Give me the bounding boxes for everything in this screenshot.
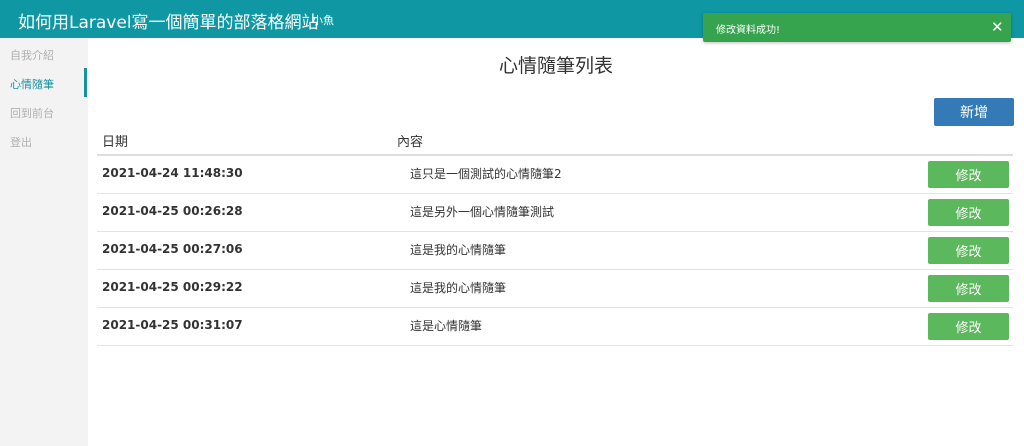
active-indicator	[84, 68, 87, 97]
sidebar-item-diary[interactable]: 心情隨筆	[10, 76, 54, 92]
row-date: 2021-04-25 00:27:06	[102, 242, 243, 256]
row-date: 2021-04-24 11:48:30	[102, 166, 243, 180]
table-row: 2021-04-25 00:26:28 這是另外一個心情隨筆測試 修改	[97, 194, 1013, 232]
sidebar-item-frontend[interactable]: 回到前台	[10, 105, 54, 121]
edit-button[interactable]: 修改	[928, 237, 1009, 264]
table-row: 2021-04-24 11:48:30 這只是一個測試的心情隨筆2 修改	[97, 156, 1013, 194]
edit-button[interactable]: 修改	[928, 313, 1009, 340]
row-content: 這是我的心情隨筆	[410, 243, 507, 257]
table-row: 2021-04-25 00:31:07 這是心情隨筆 修改	[97, 308, 1013, 346]
row-date: 2021-04-25 00:29:22	[102, 280, 243, 294]
sidebar-item-logout[interactable]: 登出	[10, 134, 32, 150]
add-button[interactable]: 新增	[934, 98, 1014, 126]
main-content: 心情隨筆列表 新增 日期 內容 2021-04-24 11:48:30 這只是一…	[88, 38, 1024, 446]
site-title[interactable]: 如何用Laravel寫一個簡單的部落格網站	[18, 8, 319, 33]
sidebar-item-about[interactable]: 自我介紹	[10, 47, 54, 63]
row-date: 2021-04-25 00:26:28	[102, 204, 243, 218]
success-toast: 修改資料成功! ✕	[703, 13, 1011, 42]
edit-button[interactable]: 修改	[928, 275, 1009, 302]
row-content: 這只是一個測試的心情隨筆2	[410, 167, 562, 181]
edit-button[interactable]: 修改	[928, 161, 1009, 188]
column-header-content: 內容	[397, 135, 424, 150]
row-content: 這是另外一個心情隨筆測試	[410, 205, 555, 219]
table-row: 2021-04-25 00:29:22 這是我的心情隨筆 修改	[97, 270, 1013, 308]
user-name[interactable]: 小魚	[312, 12, 334, 28]
close-icon[interactable]: ✕	[991, 18, 1004, 36]
table-row: 2021-04-25 00:27:06 這是我的心情隨筆 修改	[97, 232, 1013, 270]
column-header-date: 日期	[102, 135, 129, 150]
toast-message: 修改資料成功!	[716, 25, 781, 36]
row-date: 2021-04-25 00:31:07	[102, 318, 243, 332]
row-content: 這是我的心情隨筆	[410, 281, 507, 295]
edit-button[interactable]: 修改	[928, 199, 1009, 226]
sidebar: 自我介紹 心情隨筆 回到前台 登出	[0, 38, 88, 446]
row-content: 這是心情隨筆	[410, 319, 483, 333]
page-title: 心情隨筆列表	[498, 55, 613, 77]
